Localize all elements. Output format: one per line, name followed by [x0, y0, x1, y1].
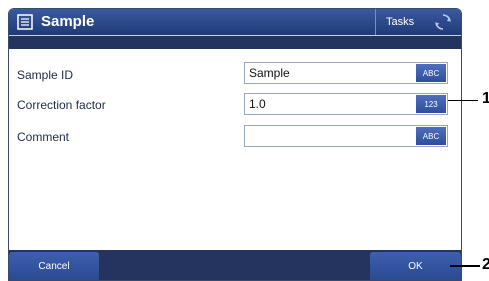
comment-label: Comment: [17, 130, 70, 144]
ok-button[interactable]: OK: [370, 252, 461, 280]
callout-line-1: [448, 100, 478, 101]
sample-id-field[interactable]: Sample ABC: [244, 62, 448, 84]
tasks-menu-button[interactable]: Tasks: [375, 9, 461, 35]
correction-factor-label: Correction factor: [17, 98, 106, 112]
alpha-keyboard-button[interactable]: ABC: [416, 64, 446, 82]
cancel-button[interactable]: Cancel: [9, 252, 99, 280]
title-bar: Sample Tasks: [9, 9, 461, 36]
sub-header-bar: [9, 36, 461, 49]
bottom-bar: Cancel OK: [9, 250, 461, 280]
correction-factor-field[interactable]: 1.0 123: [244, 93, 448, 115]
callout-number-1: 1: [482, 90, 489, 107]
callout-number-2: 2: [482, 256, 489, 273]
correction-factor-value: 1.0: [249, 97, 266, 111]
page-title: Sample: [41, 13, 95, 30]
tasks-label: Tasks: [386, 16, 415, 28]
sync-icon[interactable]: [434, 13, 452, 31]
numeric-keyboard-button[interactable]: 123: [416, 95, 446, 113]
sample-id-label: Sample ID: [17, 68, 74, 82]
sample-id-value: Sample: [249, 66, 290, 80]
list-icon: [17, 14, 33, 30]
alpha-keyboard-button[interactable]: ABC: [416, 127, 446, 145]
comment-field[interactable]: ABC: [244, 125, 448, 147]
callout-line-2: [450, 265, 480, 267]
device-screen: Sample Tasks Sample ID Sample ABC Correc…: [8, 8, 462, 281]
